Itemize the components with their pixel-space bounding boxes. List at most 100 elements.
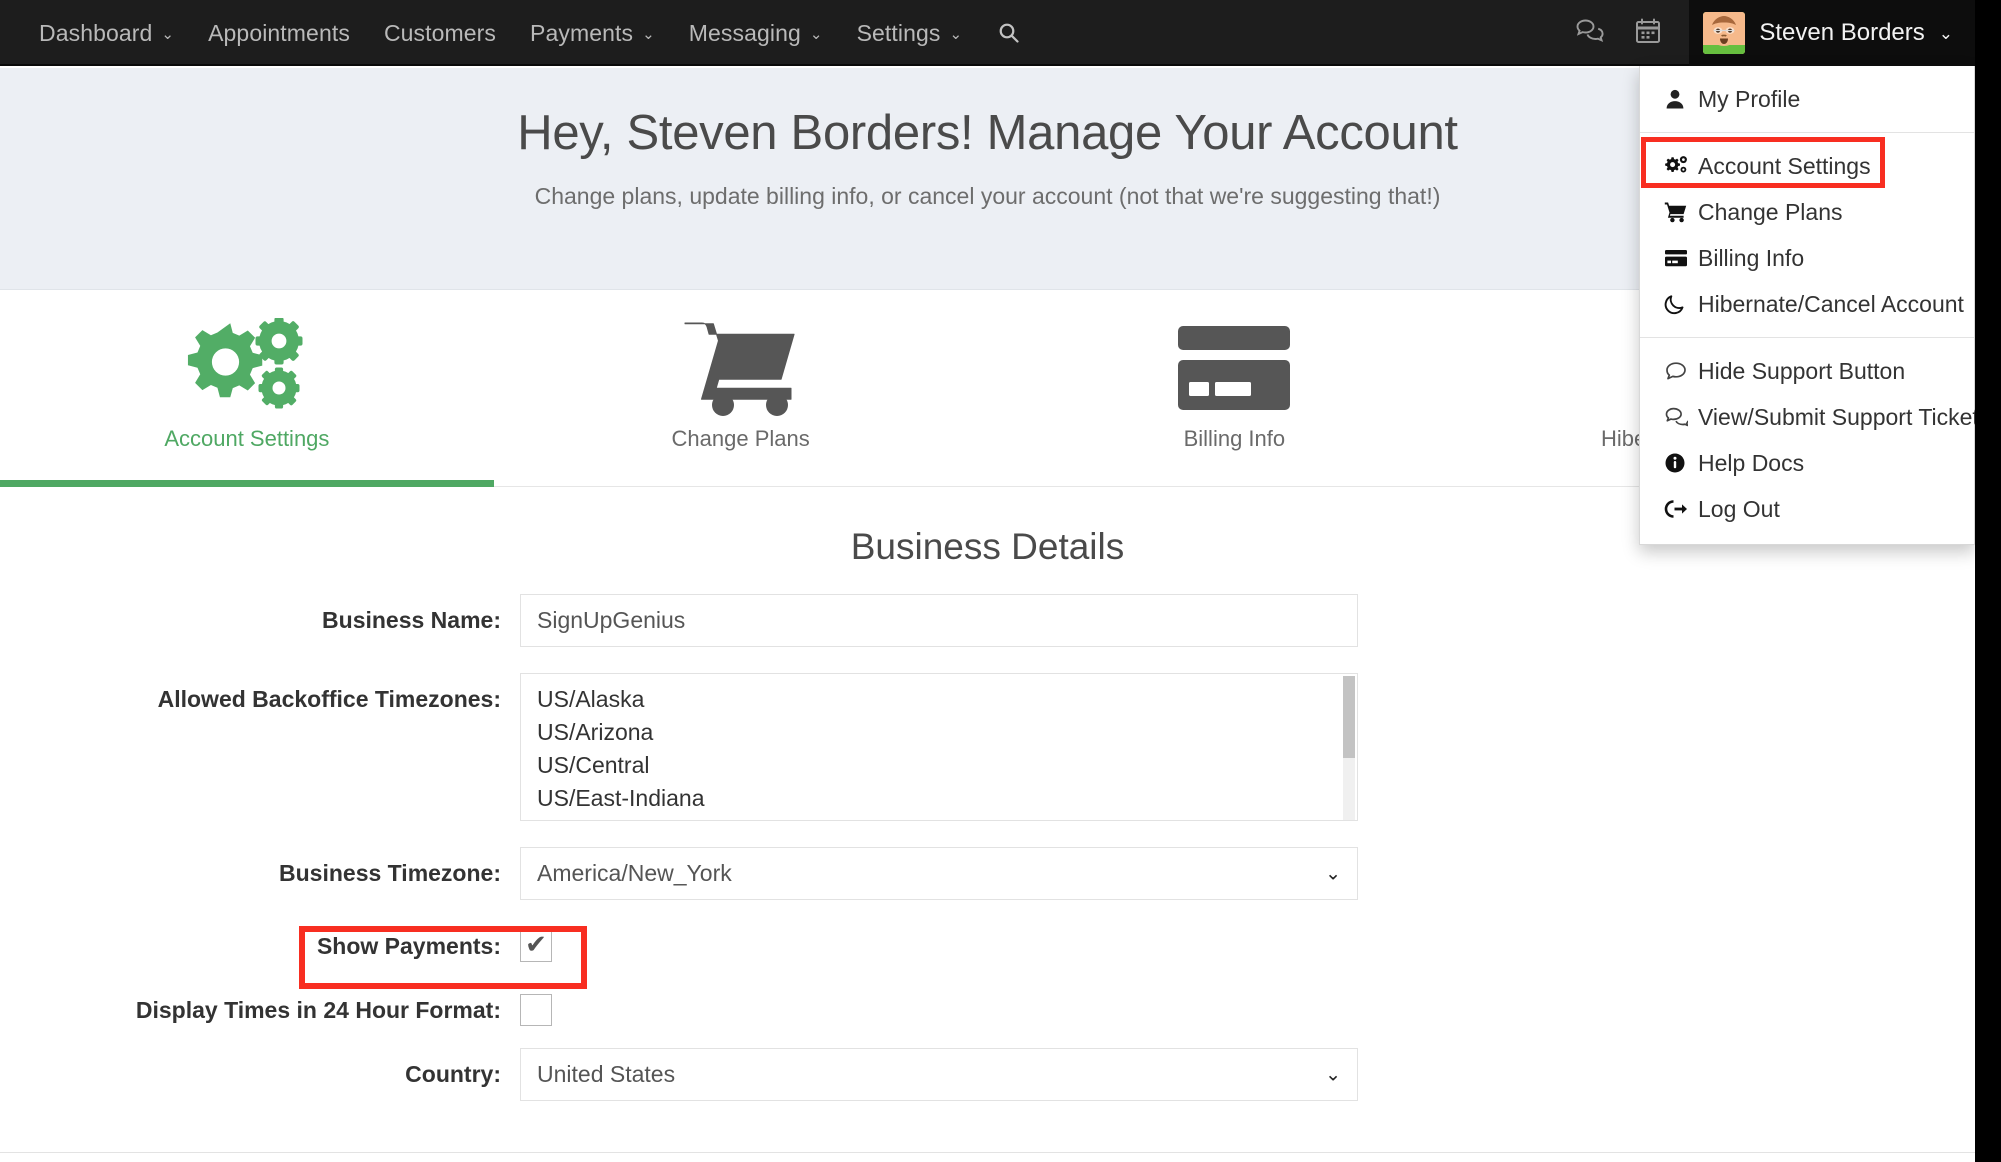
menu-item-account-settings[interactable]: Account Settings: [1640, 143, 1974, 189]
nav-item-label: Appointments: [208, 19, 350, 46]
menu-item-label: Log Out: [1698, 495, 1780, 522]
show-payments-checkbox[interactable]: ✔: [520, 930, 552, 962]
primary-nav: Dashboard ⌄ Appointments Customers Payme…: [22, 0, 1039, 66]
menu-item-label: My Profile: [1698, 85, 1801, 112]
moon-icon: [1664, 293, 1698, 315]
chevron-down-icon: ⌄: [161, 26, 175, 43]
menu-divider: [1640, 337, 1974, 338]
form-row-display-24h: Display Times in 24 Hour Format:: [0, 984, 1975, 1026]
allowed-timezones-label: Allowed Backoffice Timezones:: [157, 686, 501, 712]
nav-item-settings[interactable]: Settings ⌄: [840, 0, 980, 66]
bottom-divider: [0, 1152, 1975, 1153]
tab-label: Change Plans: [671, 426, 810, 451]
credit-card-icon: [1176, 316, 1292, 420]
gears-icon: [1664, 155, 1698, 177]
menu-item-hide-support-button[interactable]: Hide Support Button: [1640, 348, 1974, 394]
country-label: Country:: [405, 1061, 501, 1087]
business-name-input[interactable]: [520, 594, 1358, 647]
nav-item-customers[interactable]: Customers: [367, 0, 513, 66]
search-icon: [997, 21, 1021, 45]
chevron-down-icon: ⌄: [1325, 863, 1341, 884]
tab-account-settings[interactable]: Account Settings: [0, 291, 494, 487]
menu-item-my-profile[interactable]: My Profile: [1640, 76, 1974, 122]
chevron-down-icon: ⌄: [1325, 1064, 1341, 1085]
tab-change-plans[interactable]: Change Plans: [494, 291, 988, 486]
chevron-down-icon: ⌄: [949, 26, 963, 43]
avatar: [1703, 12, 1746, 54]
menu-item-view-submit-support-tickets[interactable]: View/Submit Support Tickets: [1640, 394, 1975, 440]
menu-item-label: View/Submit Support Tickets: [1698, 403, 1975, 430]
display-24h-checkbox[interactable]: [520, 994, 552, 1026]
form-row-show-payments: Show Payments: ✔: [0, 920, 1975, 962]
business-name-label: Business Name:: [322, 607, 501, 633]
nav-item-messaging[interactable]: Messaging ⌄: [672, 0, 840, 66]
person-icon: [1664, 88, 1698, 110]
user-menu-button[interactable]: Steven Borders ⌄: [1689, 0, 1975, 66]
nav-item-label: Dashboard: [39, 19, 153, 46]
credit-card-icon: [1664, 248, 1698, 268]
page-right-gutter: [1975, 0, 2001, 1162]
menu-item-log-out[interactable]: Log Out: [1640, 486, 1974, 532]
list-item[interactable]: US/Alaska: [521, 683, 1357, 716]
list-item[interactable]: US/East-Indiana: [521, 782, 1357, 815]
list-item[interactable]: US/Central: [521, 749, 1357, 782]
menu-item-hibernate-cancel-account[interactable]: Hibernate/Cancel Account: [1640, 281, 1974, 327]
shopping-cart-icon: [1664, 201, 1698, 223]
menu-item-label: Change Plans: [1698, 198, 1843, 225]
list-item[interactable]: US/Eastern: [521, 815, 1357, 820]
nav-item-label: Settings: [856, 19, 941, 46]
calendar-button[interactable]: [1619, 0, 1677, 66]
nav-search-button[interactable]: [979, 0, 1039, 66]
chevron-down-icon: ⌄: [809, 26, 823, 43]
tab-label: Account Settings: [164, 426, 330, 451]
nav-item-label: Payments: [530, 19, 634, 46]
nav-item-label: Customers: [383, 19, 497, 46]
allowed-timezones-listbox[interactable]: US/Alaska US/Arizona US/Central US/East-…: [520, 673, 1358, 821]
menu-item-label: Help Docs: [1698, 449, 1805, 476]
info-circle-icon: [1664, 452, 1698, 474]
messages-button[interactable]: [1561, 0, 1619, 66]
top-navigation-bar: Dashboard ⌄ Appointments Customers Payme…: [0, 0, 1975, 66]
nav-item-label: Messaging: [688, 19, 801, 46]
listbox-scrollbar-thumb[interactable]: [1343, 676, 1355, 758]
country-select[interactable]: United States ⌄: [520, 1048, 1358, 1101]
business-timezone-value: America/New_York: [537, 860, 732, 886]
form-row-business-name: Business Name:: [0, 594, 1975, 647]
calendar-icon: [1634, 17, 1662, 50]
speech-bubble-icon: [1664, 360, 1698, 382]
menu-item-label: Hibernate/Cancel Account: [1698, 290, 1964, 317]
form-row-allowed-timezones: Allowed Backoffice Timezones: US/Alaska …: [0, 673, 1975, 821]
show-payments-label: Show Payments:: [316, 933, 501, 959]
chevron-down-icon: ⌄: [1938, 24, 1953, 43]
nav-item-payments[interactable]: Payments ⌄: [513, 0, 672, 66]
tab-billing-info[interactable]: Billing Info: [988, 291, 1482, 486]
chat-bubbles-icon: [1575, 18, 1605, 49]
check-icon: ✔: [525, 929, 547, 959]
nav-item-appointments[interactable]: Appointments: [191, 0, 367, 66]
menu-item-change-plans[interactable]: Change Plans: [1640, 189, 1974, 235]
chevron-down-icon: ⌄: [642, 26, 655, 43]
country-value: United States: [537, 1061, 676, 1087]
menu-item-label: Account Settings: [1698, 152, 1871, 179]
business-timezone-select[interactable]: America/New_York ⌄: [520, 847, 1358, 900]
shopping-cart-icon: [681, 316, 801, 420]
logout-icon: [1664, 498, 1698, 520]
display-24h-label: Display Times in 24 Hour Format:: [135, 997, 501, 1023]
menu-item-label: Hide Support Button: [1698, 357, 1906, 384]
tab-label: Billing Info: [1183, 426, 1286, 451]
nav-right-cluster: Steven Borders ⌄: [1561, 0, 1975, 66]
form-row-business-timezone: Business Timezone: America/New_York ⌄: [0, 847, 1975, 900]
gears-icon: [181, 316, 313, 420]
double-speech-bubble-icon: [1664, 406, 1698, 428]
menu-item-label: Billing Info: [1698, 244, 1805, 271]
menu-divider: [1640, 132, 1974, 133]
user-dropdown-menu: My Profile Account Settings Change Plans…: [1639, 66, 1975, 545]
list-item[interactable]: US/Arizona: [521, 716, 1357, 749]
nav-item-dashboard[interactable]: Dashboard ⌄: [22, 0, 191, 66]
menu-item-help-docs[interactable]: Help Docs: [1640, 440, 1974, 486]
page-root: Dashboard ⌄ Appointments Customers Payme…: [0, 0, 1975, 1162]
user-name-label: Steven Borders: [1759, 19, 1925, 46]
active-tab-indicator: [0, 480, 494, 487]
business-timezone-label: Business Timezone:: [279, 860, 501, 886]
menu-item-billing-info[interactable]: Billing Info: [1640, 235, 1974, 281]
